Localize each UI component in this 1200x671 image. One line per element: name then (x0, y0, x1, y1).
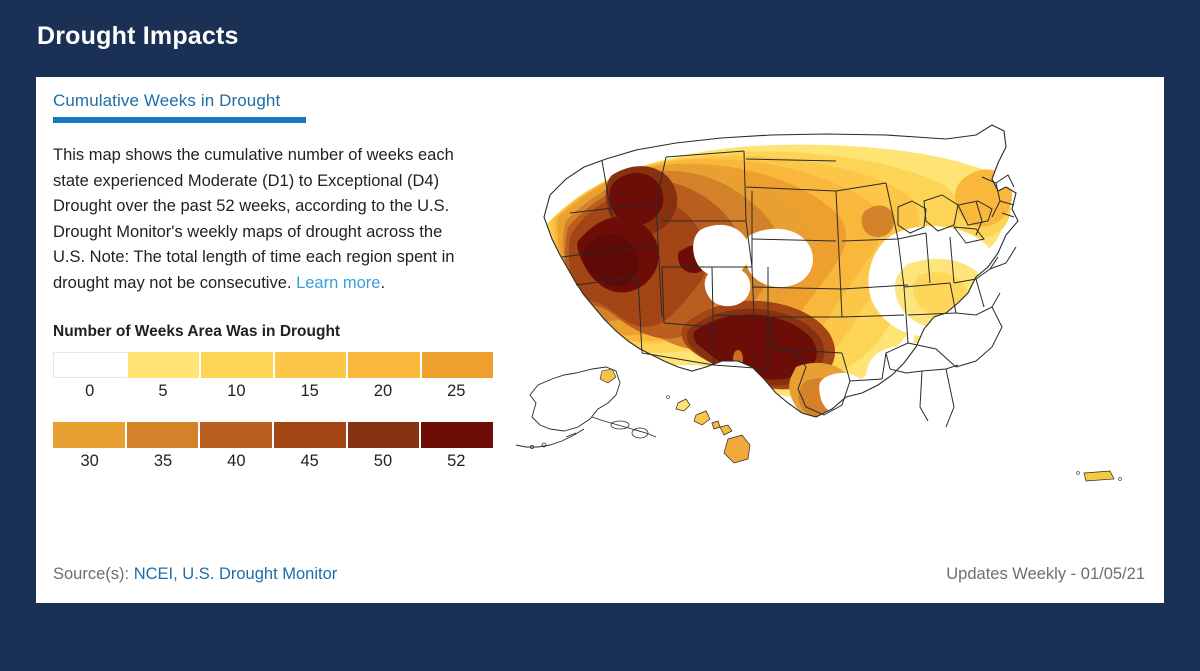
description-paragraph: This map shows the cumulative number of … (53, 143, 473, 296)
legend-swatch (348, 352, 422, 378)
page-title: Drought Impacts (37, 22, 239, 50)
legend-tick: 40 (227, 452, 246, 470)
source-label: Source(s): (53, 565, 130, 583)
legend-swatch (421, 422, 494, 448)
source-links[interactable]: NCEI, U.S. Drought Monitor (134, 565, 338, 583)
legend-swatch (347, 422, 422, 448)
legend-tick: 30 (80, 452, 99, 470)
info-panel: Cumulative Weeks in Drought This map sho… (53, 91, 523, 471)
hawaii-inset (666, 395, 751, 464)
section-heading: Cumulative Weeks in Drought (53, 91, 281, 110)
legend-tick: 5 (158, 382, 168, 400)
learn-more-link[interactable]: Learn more (296, 274, 380, 292)
legend-row-1: 0 5 10 15 20 25 (53, 352, 523, 401)
card-footer: Source(s): NCEI, U.S. Drought Monitor Up… (53, 565, 1145, 589)
legend-swatch (274, 422, 348, 448)
legend-ticks-row-1: 0 5 10 15 20 25 (53, 382, 493, 401)
legend-swatch (274, 352, 348, 378)
legend-tick: 20 (373, 382, 393, 400)
legend-swatch (53, 352, 128, 378)
drought-map-svg (515, 124, 1122, 482)
source-line: Source(s): NCEI, U.S. Drought Monitor (53, 565, 337, 584)
description-text-part1: This map shows the cumulative number of … (53, 146, 455, 292)
legend-swatch (200, 422, 275, 448)
section-heading-wrap[interactable]: Cumulative Weeks in Drought (53, 91, 523, 123)
legend-tick: 52 (447, 452, 466, 470)
legend-tick: 25 (447, 382, 466, 400)
legend-swatch (127, 352, 201, 378)
legend-tick: 45 (300, 452, 319, 470)
legend-title: Number of Weeks Area Was in Drought (53, 323, 341, 340)
legend-swatches-row-2 (53, 422, 494, 448)
conus-drought-layers (544, 125, 1018, 417)
legend-tick: 15 (300, 382, 319, 400)
legend-tick: 50 (373, 452, 393, 470)
description-text-part2: . (380, 273, 386, 292)
drought-impacts-card: Cumulative Weeks in Drought This map sho… (36, 77, 1164, 603)
page-root: Drought Impacts Cumulative Weeks in Drou… (0, 0, 1200, 671)
legend-row-2: 30 35 40 45 50 52 (53, 422, 523, 471)
legend-ticks-row-2: 30 35 40 45 50 52 (53, 452, 493, 471)
drought-map (506, 117, 1156, 537)
legend-swatch (421, 352, 493, 378)
alaska-inset (515, 366, 657, 449)
legend-swatch (201, 352, 275, 378)
legend-tick: 0 (85, 382, 95, 400)
updates-text: Updates Weekly - 01/05/21 (946, 565, 1145, 583)
heading-underline-rule (53, 117, 306, 123)
legend-swatch (126, 422, 201, 448)
legend-swatches-row-1 (53, 352, 493, 378)
legend-swatch (53, 422, 127, 448)
legend-tick: 35 (153, 452, 173, 470)
legend-tick: 10 (227, 382, 246, 400)
puerto-rico-inset (1076, 470, 1122, 482)
